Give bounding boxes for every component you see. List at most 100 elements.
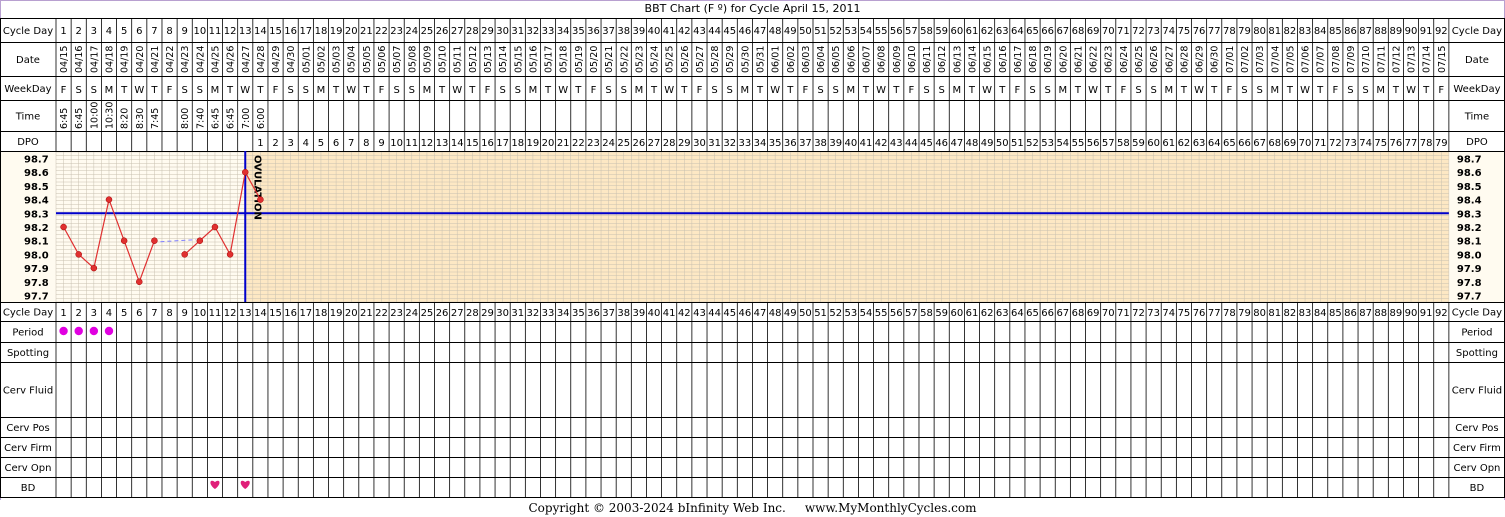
cycle-day-number-bottom: 44: [708, 308, 721, 319]
dpo-number: 9: [378, 138, 384, 149]
dpo-number: 53: [1041, 138, 1054, 149]
cycle-day-number: 55: [875, 26, 888, 37]
cycle-day-number: 10: [193, 26, 206, 37]
y-tick-label-right: 97.7: [1457, 292, 1482, 303]
cycle-day-number: 7: [151, 26, 157, 37]
cycle-day-number: 13: [239, 26, 252, 37]
dpo-number: 45: [920, 138, 933, 149]
weekday-label: W: [1300, 85, 1310, 96]
cycle-day-number-bottom: 42: [678, 308, 691, 319]
cycle-day-number-bottom: 87: [1359, 308, 1372, 319]
cycle-day-number-bottom: 71: [1117, 308, 1130, 319]
cycle-day-number: 88: [1374, 26, 1387, 37]
cycle-day-number: 70: [1102, 26, 1115, 37]
dpo-number: 46: [935, 138, 948, 149]
cycle-day-number-bottom: 34: [557, 308, 570, 319]
cycle-day-number-bottom: 4: [106, 308, 112, 319]
temperature-point: [151, 237, 158, 244]
cycle-day-number: 24: [405, 26, 418, 37]
cycle-day-number-bottom: 77: [1208, 308, 1221, 319]
cycle-day-number-bottom: 57: [905, 308, 918, 319]
weekday-label: S: [287, 85, 293, 96]
weekday-label: T: [786, 85, 794, 96]
cycle-day-number-bottom: 65: [1026, 308, 1039, 319]
cycle-day-number: 18: [315, 26, 328, 37]
dpo-number: 49: [981, 138, 994, 149]
cycle-day-number-bottom: 46: [739, 308, 752, 319]
weekday-label: W: [1194, 85, 1204, 96]
weekday-label: S: [76, 85, 82, 96]
weekday-label: F: [167, 85, 173, 96]
date-label: 07/06: [1301, 46, 1312, 73]
weekday-label: F: [1332, 85, 1338, 96]
dpo-number: 23: [587, 138, 600, 149]
date-label: 04/24: [195, 46, 206, 73]
dpo-number: 36: [784, 138, 797, 149]
cycle-day-number-bottom: 84: [1314, 308, 1327, 319]
weekday-label: M: [1376, 85, 1385, 96]
cycle-day-number-bottom: 89: [1390, 308, 1403, 319]
y-tick-label-left: 98.7: [24, 155, 49, 166]
cycle-day-number: 91: [1420, 26, 1433, 37]
cycle-day-number: 56: [890, 26, 903, 37]
date-label: 05/11: [453, 46, 464, 73]
cycle-day-number-bottom: 54: [860, 308, 873, 319]
cycle-day-number-bottom: 3: [91, 308, 97, 319]
weekday-label: T: [256, 85, 264, 96]
dpo-number: 50: [996, 138, 1009, 149]
date-label: 06/05: [831, 46, 842, 73]
cycle-day-number-bottom: 38: [617, 308, 630, 319]
row-label-cerv-opn-left: Cerv Opn: [5, 463, 52, 474]
cycle-day-number-bottom: 15: [269, 308, 282, 319]
date-label: 06/28: [1179, 46, 1190, 73]
y-tick-label-right: 97.8: [1457, 278, 1482, 289]
y-tick-label-right: 98.3: [1457, 209, 1482, 220]
row-label-cycle-day-left: Cycle Day: [3, 26, 53, 37]
dpo-number: 28: [663, 138, 676, 149]
date-label: 06/14: [967, 46, 978, 73]
y-tick-label-left: 98.6: [24, 168, 49, 179]
cycle-day-number-bottom: 61: [966, 308, 979, 319]
row-label-dpo-right: DPO: [1466, 137, 1488, 148]
cycle-day-number-bottom: 47: [754, 308, 767, 319]
weekday-label: W: [1088, 85, 1098, 96]
date-label: 06/03: [801, 46, 812, 73]
cycle-day-number-bottom: 43: [693, 308, 706, 319]
time-label: 10:30: [104, 102, 115, 129]
date-label: 07/12: [1391, 46, 1402, 73]
cycle-day-number-bottom: 68: [1072, 308, 1085, 319]
y-tick-label-left: 97.7: [24, 292, 49, 303]
cycle-day-number-bottom: 78: [1223, 308, 1236, 319]
cycle-day-number: 50: [799, 26, 812, 37]
date-label: 06/23: [1104, 46, 1115, 73]
weekday-label: W: [876, 85, 886, 96]
cycle-day-number-bottom: 2: [76, 308, 82, 319]
time-label: 6:00: [256, 108, 267, 129]
y-tick-label-right: 98.6: [1457, 168, 1482, 179]
dpo-number: 79: [1435, 138, 1448, 149]
y-tick-label-left: 97.8: [24, 278, 49, 289]
cycle-day-number-bottom: 28: [466, 308, 479, 319]
weekday-label: S: [1256, 85, 1262, 96]
dpo-number: 76: [1390, 138, 1403, 149]
dpo-number: 44: [905, 138, 918, 149]
weekday-label: T: [438, 85, 446, 96]
weekday-label: S: [1029, 85, 1035, 96]
date-label: 06/15: [983, 46, 994, 73]
weekday-label: S: [605, 85, 611, 96]
weekday-label: F: [803, 85, 809, 96]
cycle-day-number-bottom: 23: [390, 308, 403, 319]
cycle-day-number: 67: [1056, 26, 1069, 37]
bd-heart-icon: [210, 480, 220, 489]
cycle-day-number-bottom: 82: [1284, 308, 1297, 319]
row-label-dpo-left: DPO: [17, 137, 39, 148]
weekday-label: T: [574, 85, 582, 96]
cycle-day-number-bottom: 13: [239, 308, 252, 319]
cycle-day-number: 45: [723, 26, 736, 37]
cycle-day-number-bottom: 53: [844, 308, 857, 319]
cycle-day-number: 87: [1359, 26, 1372, 37]
weekday-label: S: [182, 85, 188, 96]
cycle-day-number: 4: [106, 26, 112, 37]
time-label: 8:20: [120, 108, 131, 129]
dpo-number: 4: [303, 138, 309, 149]
